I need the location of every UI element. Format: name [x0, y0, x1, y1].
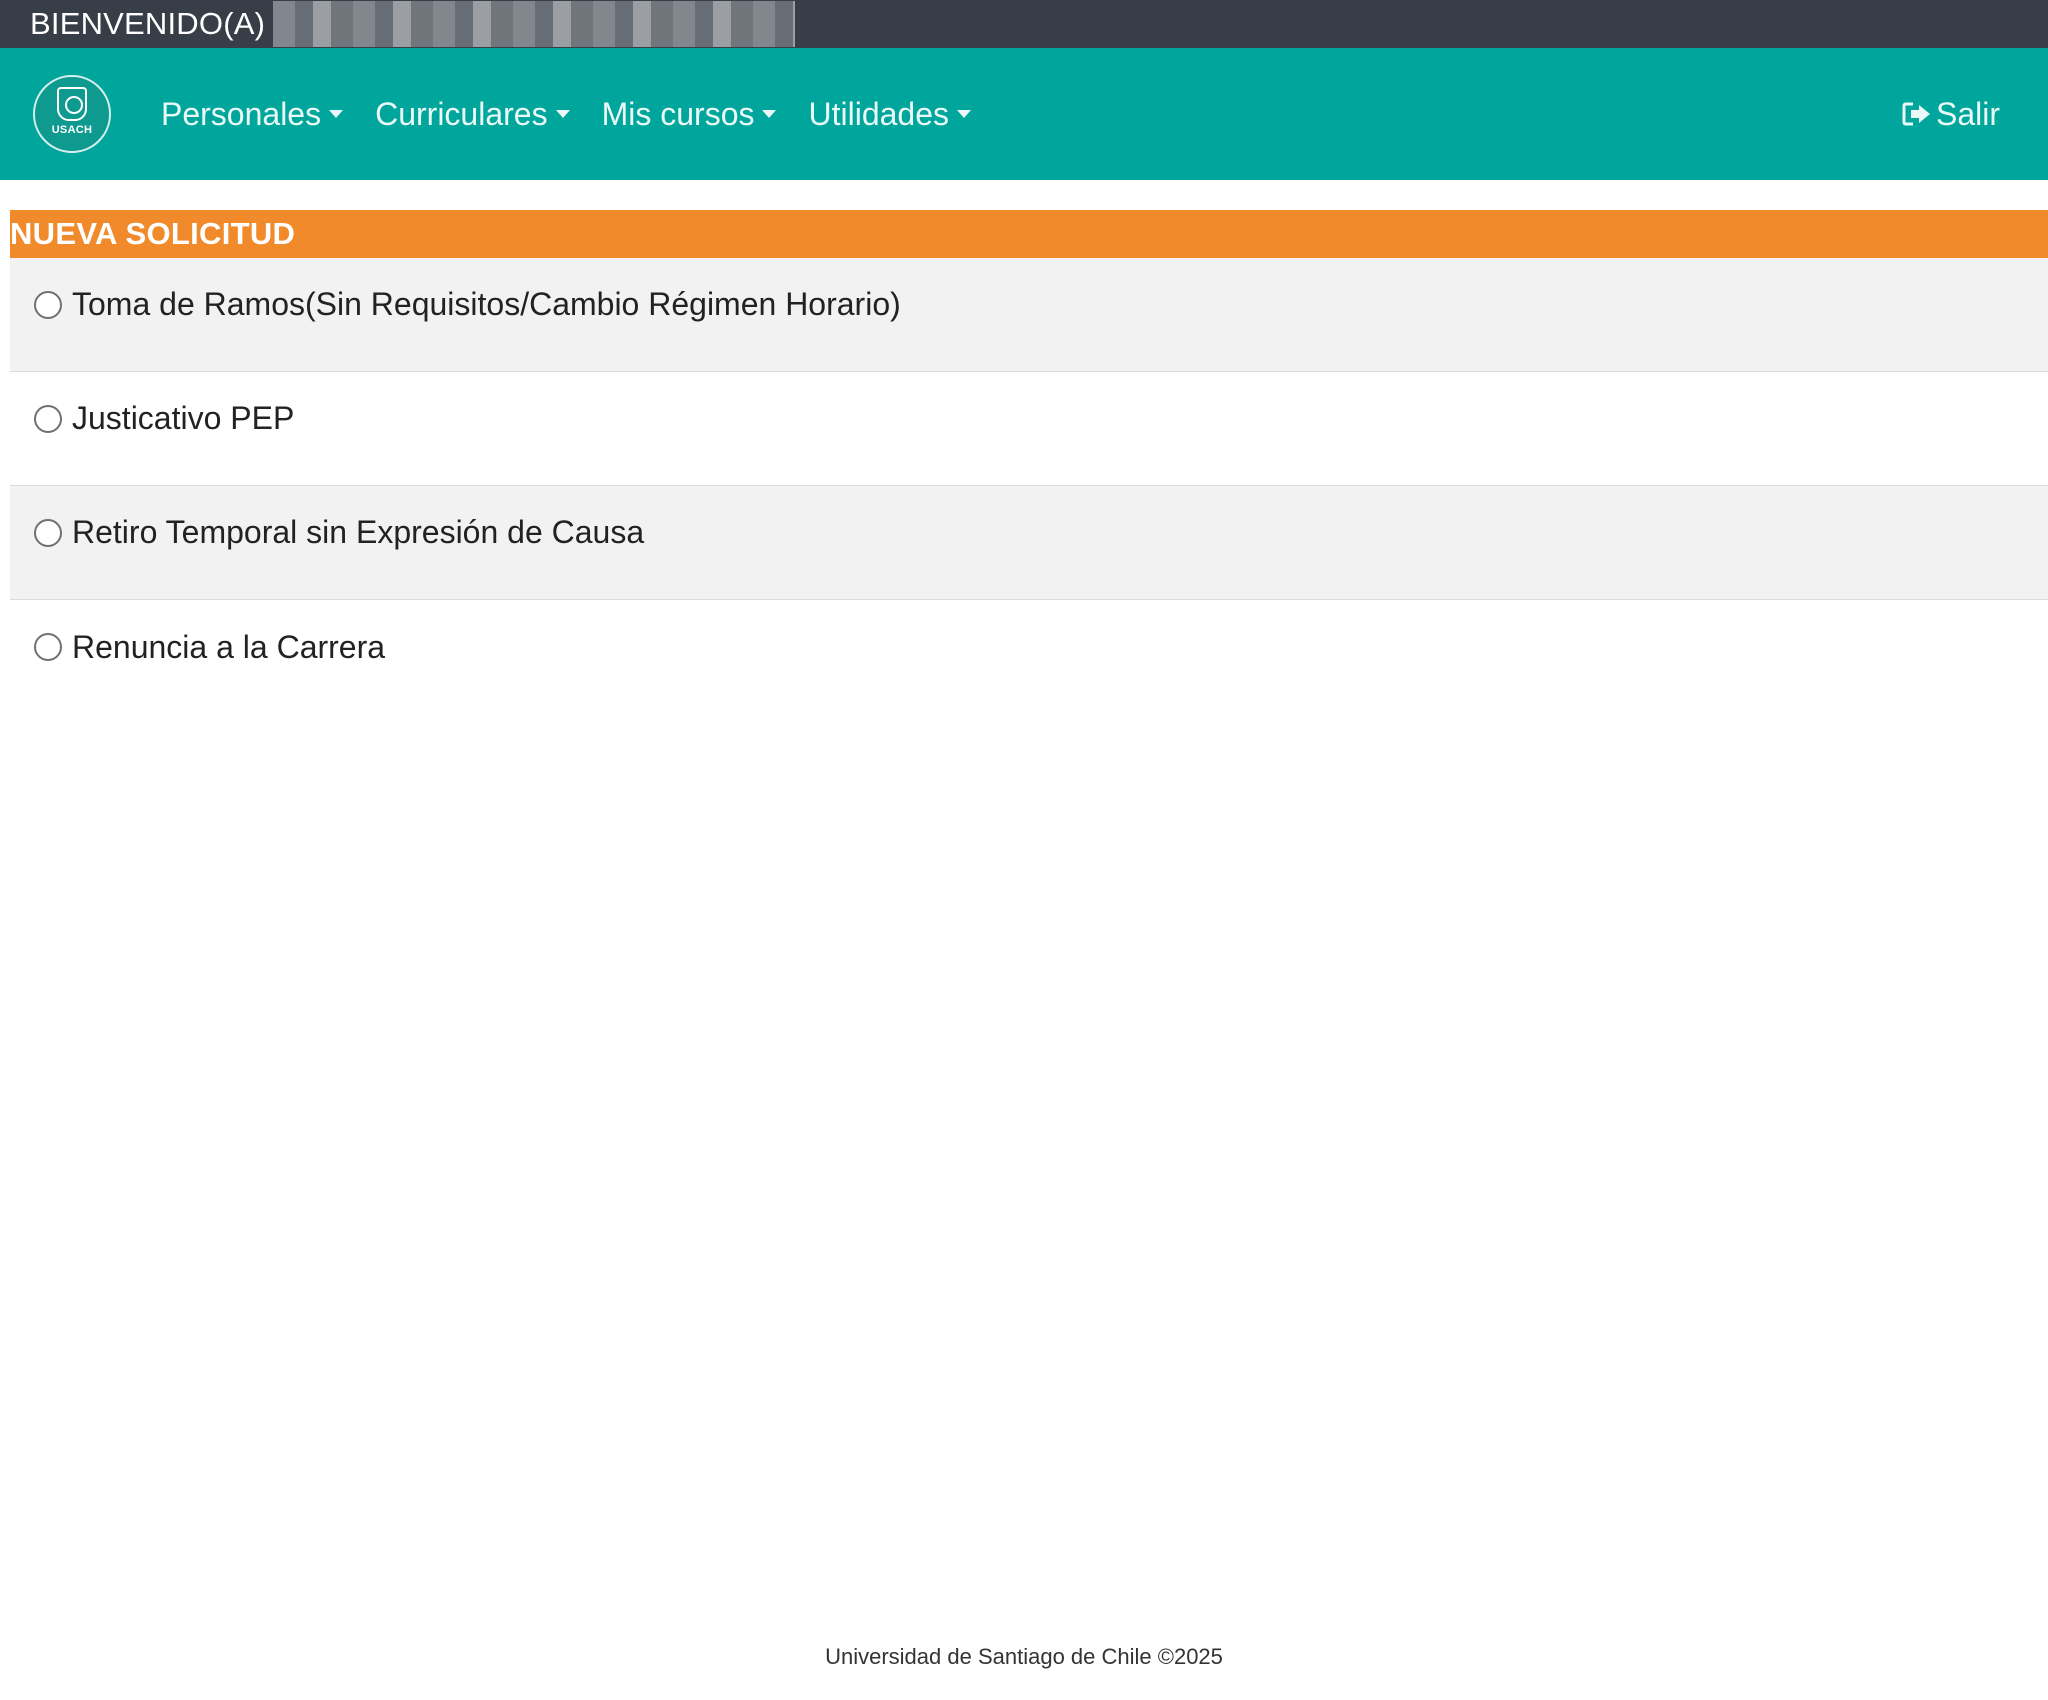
- university-crest-icon: [57, 86, 87, 121]
- nav-item-mis-cursos[interactable]: Mis cursos: [602, 96, 777, 133]
- nav-item-label: Utilidades: [808, 95, 949, 132]
- option-justicativo-pep[interactable]: Justicativo PEP: [10, 372, 2048, 486]
- redacted-user-name: [273, 1, 796, 47]
- radio-unchecked-icon[interactable]: [34, 290, 62, 319]
- main-navbar: USACH Personales Curriculares Mis cursos…: [0, 48, 2048, 180]
- radio-unchecked-icon[interactable]: [34, 404, 62, 433]
- logout-button[interactable]: Salir: [1902, 48, 2000, 180]
- nav-menu: Personales Curriculares Mis cursos Utili…: [161, 96, 1003, 133]
- usach-logo[interactable]: USACH: [33, 75, 111, 153]
- logo-text: USACH: [51, 123, 93, 136]
- nav-item-personales[interactable]: Personales: [161, 95, 344, 133]
- nav-item-label: Personales: [161, 95, 322, 132]
- nav-item-label: Curriculares: [375, 95, 548, 132]
- request-options-list: Toma de Ramos(Sin Requisitos/Cambio Régi…: [10, 258, 2048, 714]
- nav-item-curriculares[interactable]: Curriculares: [375, 95, 570, 133]
- welcome-label: BIENVENIDO(A): [30, 6, 266, 41]
- nav-item-label: Mis cursos: [601, 95, 755, 132]
- option-label: Renuncia a la Carrera: [72, 628, 386, 665]
- caret-down-icon: [329, 110, 344, 118]
- caret-down-icon: [957, 110, 971, 118]
- option-renuncia-carrera[interactable]: Renuncia a la Carrera: [10, 600, 2048, 714]
- caret-down-icon: [555, 110, 570, 118]
- option-toma-de-ramos[interactable]: Toma de Ramos(Sin Requisitos/Cambio Régi…: [10, 258, 2048, 372]
- nav-item-utilidades[interactable]: Utilidades: [808, 96, 971, 133]
- radio-unchecked-icon[interactable]: [34, 518, 62, 547]
- welcome-bar: BIENVENIDO(A): [0, 0, 2048, 48]
- option-retiro-temporal[interactable]: Retiro Temporal sin Expresión de Causa: [10, 486, 2048, 600]
- caret-down-icon: [762, 110, 777, 118]
- option-label: Toma de Ramos(Sin Requisitos/Cambio Régi…: [72, 286, 901, 322]
- option-label: Justicativo PEP: [72, 400, 295, 436]
- section-title: NUEVA SOLICITUD: [10, 210, 2048, 258]
- sign-out-icon: [1902, 101, 1932, 127]
- radio-unchecked-icon[interactable]: [34, 633, 62, 661]
- footer-copyright: Universidad de Santiago de Chile ©2025: [825, 1644, 1223, 1669]
- option-label: Retiro Temporal sin Expresión de Causa: [72, 514, 645, 550]
- logout-label: Salir: [1935, 95, 2000, 132]
